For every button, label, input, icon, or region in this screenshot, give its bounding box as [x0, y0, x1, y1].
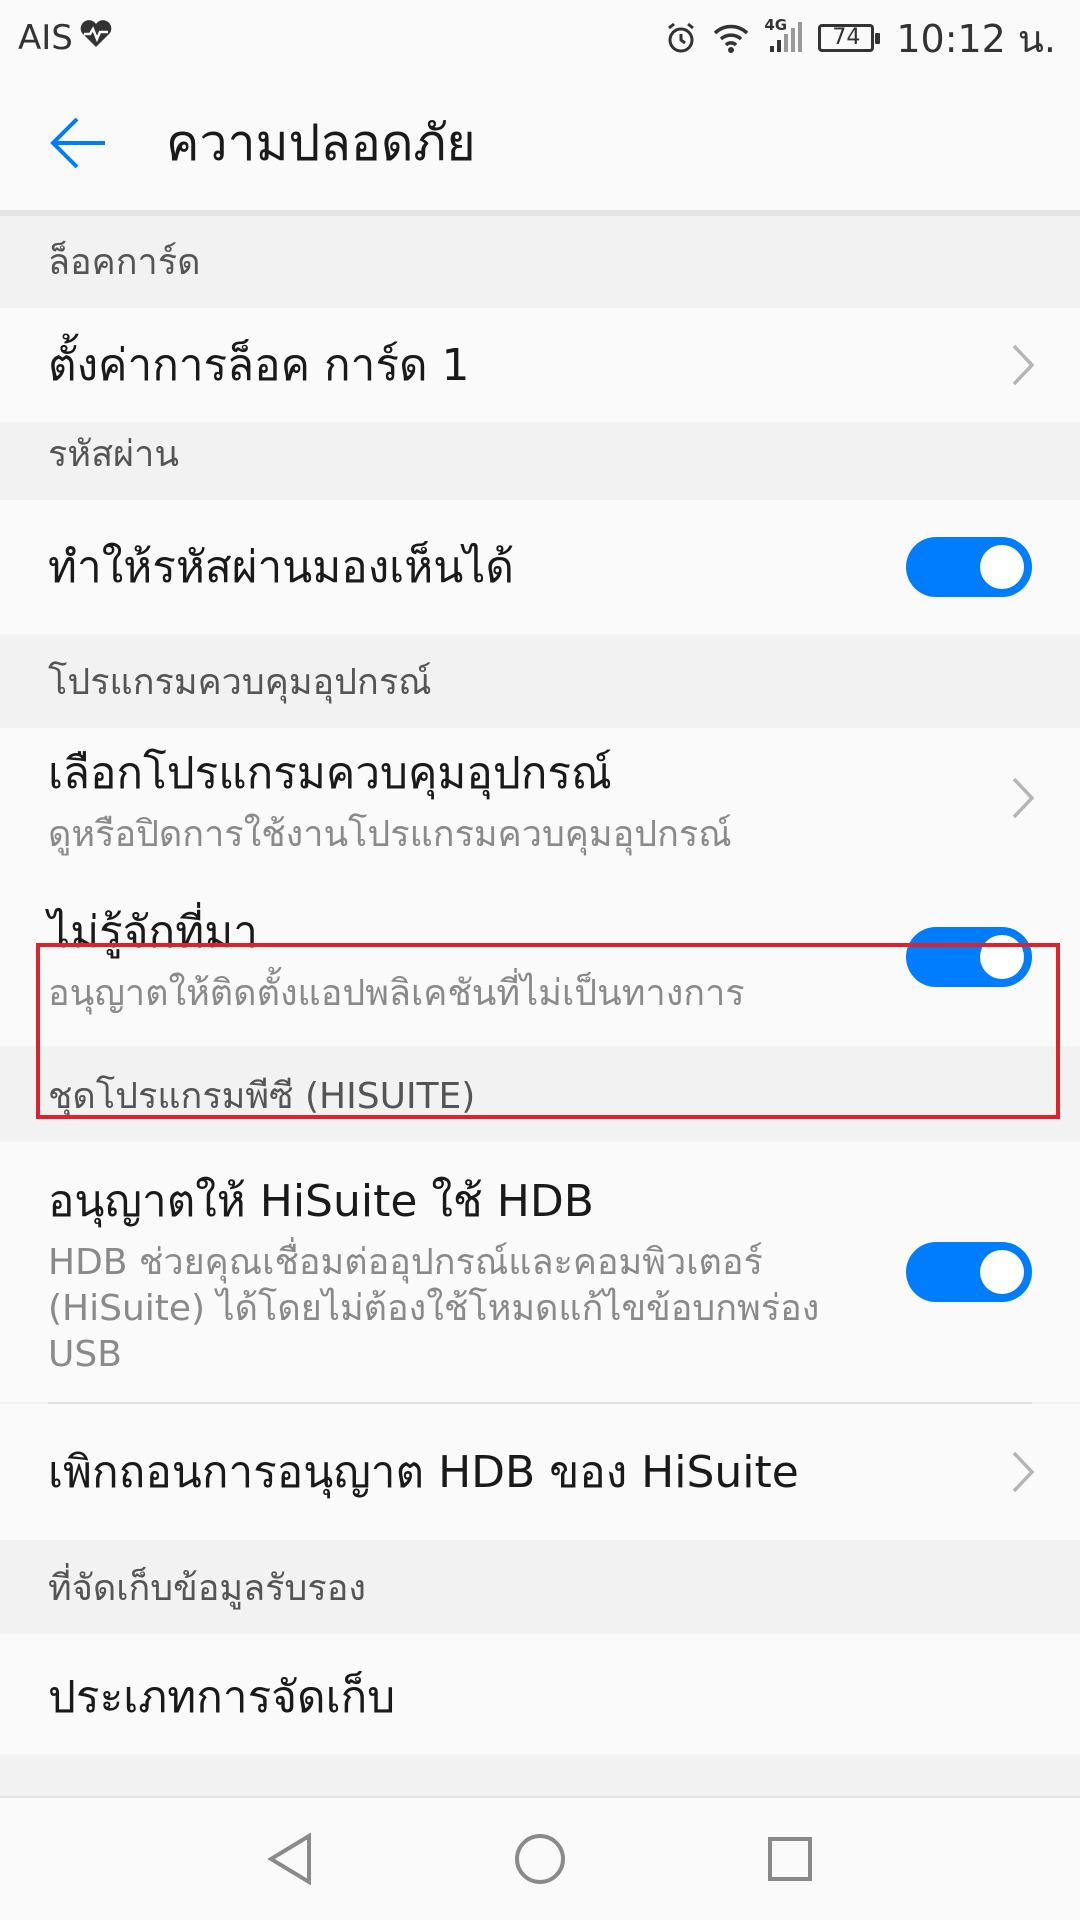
status-right: 4G 74 10:12 น. [664, 8, 1056, 69]
nav-back-button[interactable] [260, 1829, 320, 1889]
network-type-label: 4G [764, 16, 788, 34]
status-left: AIS [18, 18, 113, 58]
section-header-device-admin: โปรแกรมควบคุมอุปกรณ์ [0, 634, 1080, 728]
battery-icon: 74 [818, 24, 881, 52]
cellular-signal-icon: 4G [764, 16, 804, 54]
show-password-item[interactable]: ทำให้รหัสผ่านมองเห็นได้ [0, 500, 1080, 634]
page-title: ความปลอดภัย [166, 113, 476, 172]
unknown-sources-toggle[interactable] [906, 927, 1032, 987]
hisuite-hdb-item[interactable]: อนุญาตให้ HiSuite ใช้ HDB HDB ช่วยคุณเชื… [0, 1142, 1080, 1402]
clock: 10:12 น. [896, 16, 1056, 61]
nav-recents-button[interactable] [760, 1829, 820, 1889]
item-subtitle: HDB ช่วยคุณเชื่อมต่ออุปกรณ์และคอมพิวเตอร… [48, 1242, 820, 1375]
section-header-card-lock: ล็อคการ์ด [0, 216, 1080, 308]
circle-home-icon [515, 1834, 565, 1884]
item-title: อนุญาตให้ HiSuite ใช้ HDB [48, 1176, 594, 1227]
item-subtitle: อนุญาตให้ติดตั้งแอปพลิเคชันที่ไม่เป็นทาง… [48, 973, 745, 1014]
alarm-icon [664, 21, 698, 55]
carrier-label: AIS [18, 18, 73, 58]
revoke-hdb-item[interactable]: เพิกถอนการอนุญาต HDB ของ HiSuite [0, 1404, 1080, 1540]
hisuite-hdb-toggle[interactable] [906, 1242, 1032, 1302]
unknown-sources-item[interactable]: ไม่รู้จักที่มา อนุญาตให้ติดตั้งแอปพลิเคช… [0, 868, 1080, 1046]
wifi-icon [712, 22, 750, 54]
item-title: ตั้งค่าการล็อค การ์ด 1 [48, 340, 470, 391]
show-password-toggle[interactable] [906, 537, 1032, 597]
back-button[interactable] [0, 76, 150, 210]
item-subtitle: ดูหรือปิดการใช้งานโปรแกรมควบคุมอุปกรณ์ [48, 814, 732, 855]
back-arrow-icon [50, 117, 105, 169]
section-header-password: รหัสผ่าน [0, 422, 1080, 500]
triangle-back-icon [267, 1832, 311, 1886]
item-title: ประเภทการจัดเก็บ [48, 1672, 396, 1723]
settings-list: ล็อคการ์ด ตั้งค่าการล็อค การ์ด 1 รหัสผ่า… [0, 216, 1080, 1754]
chevron-right-icon [1012, 1451, 1035, 1493]
section-header-hisuite: ชุดโปรแกรมพีซี (HISUITE) [0, 1046, 1080, 1142]
app-bar: ความปลอดภัย [0, 76, 1080, 210]
item-title: ทำให้รหัสผ่านมองเห็นได้ [48, 542, 514, 593]
chevron-right-icon [1012, 777, 1035, 819]
item-title: ไม่รู้จักที่มา [48, 907, 258, 958]
device-admin-item[interactable]: เลือกโปรแกรมควบคุมอุปกรณ์ ดูหรือปิดการใช… [0, 728, 1080, 868]
security-settings-screen: AIS 4G 74 10:12 น. ความปลอดภัย ล็อคการ์ด… [0, 0, 1080, 1920]
status-bar: AIS 4G 74 10:12 น. [0, 0, 1080, 76]
navigation-bar [0, 1796, 1080, 1920]
card-lock-settings-item[interactable]: ตั้งค่าการล็อค การ์ด 1 [0, 308, 1080, 422]
item-title: เพิกถอนการอนุญาต HDB ของ HiSuite [48, 1447, 799, 1498]
section-header-credential-storage: ที่จัดเก็บข้อมูลรับรอง [0, 1540, 1080, 1634]
health-heart-icon [79, 18, 113, 58]
chevron-right-icon [1012, 344, 1035, 386]
storage-type-item[interactable]: ประเภทการจัดเก็บ [0, 1634, 1080, 1754]
item-title: เลือกโปรแกรมควบคุมอุปกรณ์ [48, 748, 612, 799]
square-recents-icon [768, 1837, 812, 1881]
nav-home-button[interactable] [510, 1829, 570, 1889]
